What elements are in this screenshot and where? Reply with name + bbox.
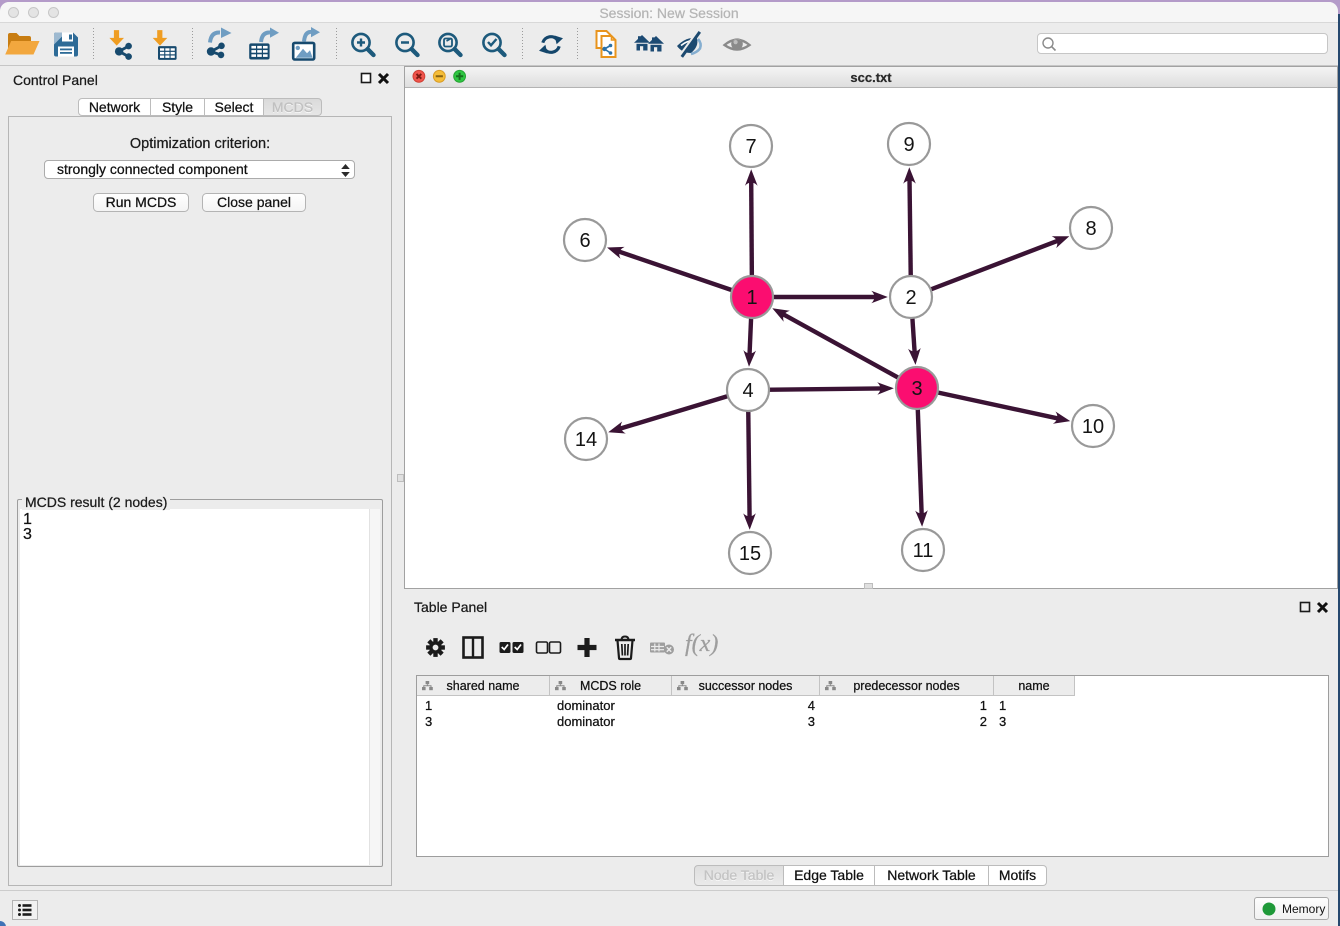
svg-text:9: 9 — [903, 134, 914, 156]
svg-text:3: 3 — [911, 378, 922, 400]
svg-text:4: 4 — [742, 380, 753, 402]
svg-text:1: 1 — [746, 287, 757, 309]
svg-text:15: 15 — [739, 543, 761, 565]
svg-text:6: 6 — [579, 230, 590, 252]
svg-text:2: 2 — [905, 287, 916, 309]
svg-text:11: 11 — [913, 540, 934, 562]
svg-text:10: 10 — [1082, 416, 1104, 438]
svg-text:8: 8 — [1085, 218, 1096, 240]
svg-text:7: 7 — [745, 136, 756, 158]
svg-text:14: 14 — [575, 429, 597, 451]
svg-text:Memory: Memory — [1282, 902, 1325, 916]
